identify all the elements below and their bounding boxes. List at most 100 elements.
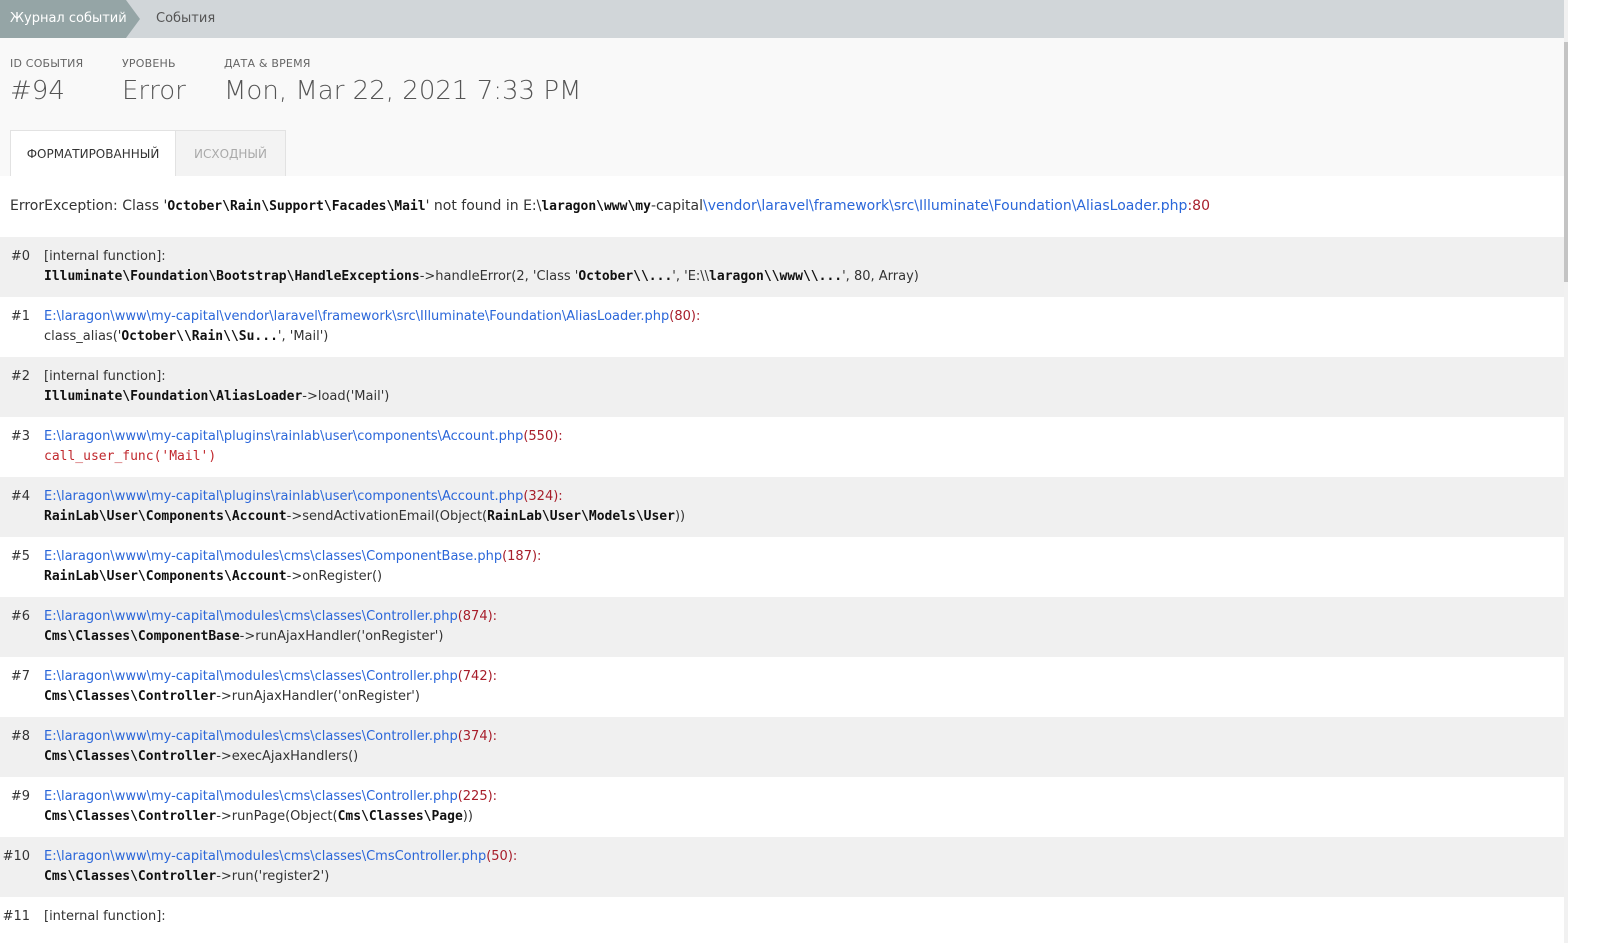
frame-internal: [internal function]: (44, 249, 166, 264)
frame-file-link[interactable]: E:\laragon\www\my-capital\vendor\laravel… (44, 309, 669, 324)
frame-class: Cms\Classes\Controller (44, 749, 217, 764)
frame-call: Cms\Classes\Controller->run('register2') (44, 869, 329, 884)
frame-call: call_user_func('Mail') (44, 449, 216, 464)
frame-method: ->runAjaxHandler('onRegister') (239, 629, 444, 644)
frame-location: E:\laragon\www\my-capital\modules\cms\cl… (44, 609, 497, 624)
frame-file-link[interactable]: E:\laragon\www\my-capital\modules\cms\cl… (44, 729, 458, 744)
frame-file-link[interactable]: E:\laragon\www\my-capital\modules\cms\cl… (44, 549, 502, 564)
frame-call: Cms\Classes\Controller->runAjaxHandler('… (44, 689, 420, 704)
scoreboard-datetime: ДАТА & ВРЕМЯ Mon, Mar 22, 2021 7:33 PM (224, 57, 581, 106)
frame-method: ->run('register2') (216, 869, 330, 884)
frame-string-arg: Mail (169, 449, 201, 464)
frame-location: E:\laragon\www\my-capital\modules\cms\cl… (44, 789, 497, 804)
frame-arg-end: ', 80, Array) (842, 269, 919, 284)
frame-location: E:\laragon\www\my-capital\vendor\laravel… (44, 309, 700, 324)
frame-location: E:\laragon\www\my-capital\modules\cms\cl… (44, 549, 541, 564)
frame-location: E:\laragon\www\my-capital\plugins\rainla… (44, 489, 563, 504)
frame-number: #5 (10, 549, 30, 564)
trace-frame: #8 E:\laragon\www\my-capital\modules\cms… (0, 717, 1564, 777)
frame-class: Cms\Classes\Controller (44, 689, 217, 704)
trace-frame: #5 E:\laragon\www\my-capital\modules\cms… (0, 537, 1564, 597)
stack-trace: #0 [internal function]: Illuminate\Found… (0, 237, 1564, 943)
frame-call: RainLab\User\Components\Account->onRegis… (44, 569, 382, 584)
frame-call: Cms\Classes\Controller->runPage(Object(C… (44, 809, 473, 824)
frame-file-link[interactable]: E:\laragon\www\my-capital\plugins\rainla… (44, 429, 523, 444)
frame-method: ->sendActivationEmail(Object( (286, 509, 488, 524)
frame-arg-sep: ', 'E:\\ (672, 269, 710, 284)
frame-line-number: (742): (457, 669, 498, 684)
event-id-value: #94 (10, 76, 65, 106)
frame-method: ->onRegister() (286, 569, 383, 584)
scrollbar-thumb[interactable] (1564, 42, 1568, 282)
trace-frame: #9 E:\laragon\www\my-capital\modules\cms… (0, 777, 1564, 837)
frame-number: #11 (2, 909, 30, 924)
frame-method: ->load('Mail') (302, 389, 390, 404)
frame-class: RainLab\User\Components\Account (44, 569, 287, 584)
level-label: УРОВЕНЬ (122, 57, 176, 70)
event-id-label: ID СОБЫТИЯ (10, 57, 84, 70)
frame-file-link[interactable]: E:\laragon\www\my-capital\modules\cms\cl… (44, 789, 458, 804)
frame-arg-end: ', 'Mail') (277, 329, 329, 344)
error-file-link[interactable]: \vendor\laravel\framework\src\Illuminate… (703, 198, 1187, 214)
frame-line-number: (225): (457, 789, 498, 804)
frame-line-number: (50): (486, 849, 518, 864)
breadcrumb-current: События (156, 11, 216, 26)
trace-frame: #4 E:\laragon\www\my-capital\plugins\rai… (0, 477, 1564, 537)
event-scoreboard: ID СОБЫТИЯ #94 УРОВЕНЬ Error ДАТА & ВРЕМ… (0, 38, 1564, 176)
breadcrumb-link-event-log[interactable]: Журнал событий (0, 0, 127, 38)
frame-method: ->runPage(Object( (216, 809, 338, 824)
frame-file-link[interactable]: E:\laragon\www\my-capital\modules\cms\cl… (44, 669, 458, 684)
frame-number: #2 (10, 369, 30, 384)
frame-number: #0 (10, 249, 30, 264)
datetime-value: Mon, Mar 22, 2021 7:33 PM (224, 76, 582, 106)
frame-number: #10 (2, 849, 30, 864)
error-prefix: ErrorException: Class ' (10, 198, 168, 214)
datetime-label: ДАТА & ВРЕМЯ (224, 57, 311, 70)
frame-location: E:\laragon\www\my-capital\modules\cms\cl… (44, 729, 497, 744)
trace-frame: #7 E:\laragon\www\my-capital\modules\cms… (0, 657, 1564, 717)
tab-raw[interactable]: ИСХОДНЫЙ (176, 130, 286, 176)
frame-location: E:\laragon\www\my-capital\modules\cms\cl… (44, 669, 497, 684)
frame-call: RainLab\User\Components\Account->sendAct… (44, 509, 685, 524)
frame-call: class_alias('October\\Rain\\Su...', 'Mai… (44, 329, 328, 344)
frame-fn: class_alias(' (44, 329, 122, 344)
frame-file-link[interactable]: E:\laragon\www\my-capital\plugins\rainla… (44, 489, 523, 504)
frame-arg-end: )) (462, 809, 473, 824)
frame-method: ->handleError(2, 'Class ' (419, 269, 579, 284)
page-scrollbar[interactable] (1564, 0, 1598, 943)
trace-frame: #6 E:\laragon\www\my-capital\modules\cms… (0, 597, 1564, 657)
frame-file-link[interactable]: E:\laragon\www\my-capital\modules\cms\cl… (44, 849, 486, 864)
error-message: ErrorException: Class 'October\Rain\Supp… (10, 198, 1210, 214)
frame-arg: October\\... (578, 269, 673, 284)
error-line-number: 80 (1192, 198, 1210, 214)
frame-number: #1 (10, 309, 30, 324)
tab-formatted[interactable]: ФОРМАТИРОВАННЫЙ (10, 130, 176, 176)
frame-number: #3 (10, 429, 30, 444)
breadcrumb: Журнал событий События (0, 0, 1564, 38)
frame-line-number: (80): (669, 309, 701, 324)
frame-number: #6 (10, 609, 30, 624)
trace-frame: #1 E:\laragon\www\my-capital\vendor\lara… (0, 297, 1564, 357)
frame-class: Illuminate\Foundation\AliasLoader (44, 389, 303, 404)
frame-class: Illuminate\Foundation\Bootstrap\HandleEx… (44, 269, 420, 284)
trace-frame: #3 E:\laragon\www\my-capital\plugins\rai… (0, 417, 1564, 477)
frame-method: ->execAjaxHandlers() (216, 749, 359, 764)
frame-line-number: (874): (457, 609, 498, 624)
frame-fn-close: ) (208, 449, 217, 464)
frame-arg-end: )) (674, 509, 686, 524)
frame-arg: laragon\\www\\... (709, 269, 843, 284)
frame-class: RainLab\User\Components\Account (44, 509, 287, 524)
error-path-bold: laragon\www\my (541, 199, 651, 214)
frame-file-link[interactable]: E:\laragon\www\my-capital\modules\cms\cl… (44, 609, 458, 624)
frame-location: E:\laragon\www\my-capital\modules\cms\cl… (44, 849, 517, 864)
frame-number: #9 (10, 789, 30, 804)
trace-frame: #2 [internal function]: Illuminate\Found… (0, 357, 1564, 417)
frame-call: Cms\Classes\Controller->execAjaxHandlers… (44, 749, 358, 764)
error-path-plain: -capital (650, 198, 703, 214)
frame-fn: call_user_func( (44, 449, 162, 464)
level-value: Error (122, 76, 186, 106)
frame-location: E:\laragon\www\my-capital\plugins\rainla… (44, 429, 563, 444)
scoreboard-event-id: ID СОБЫТИЯ #94 (10, 57, 83, 106)
frame-number: #8 (10, 729, 30, 744)
error-middle: ' not found in E:\ (425, 198, 542, 214)
